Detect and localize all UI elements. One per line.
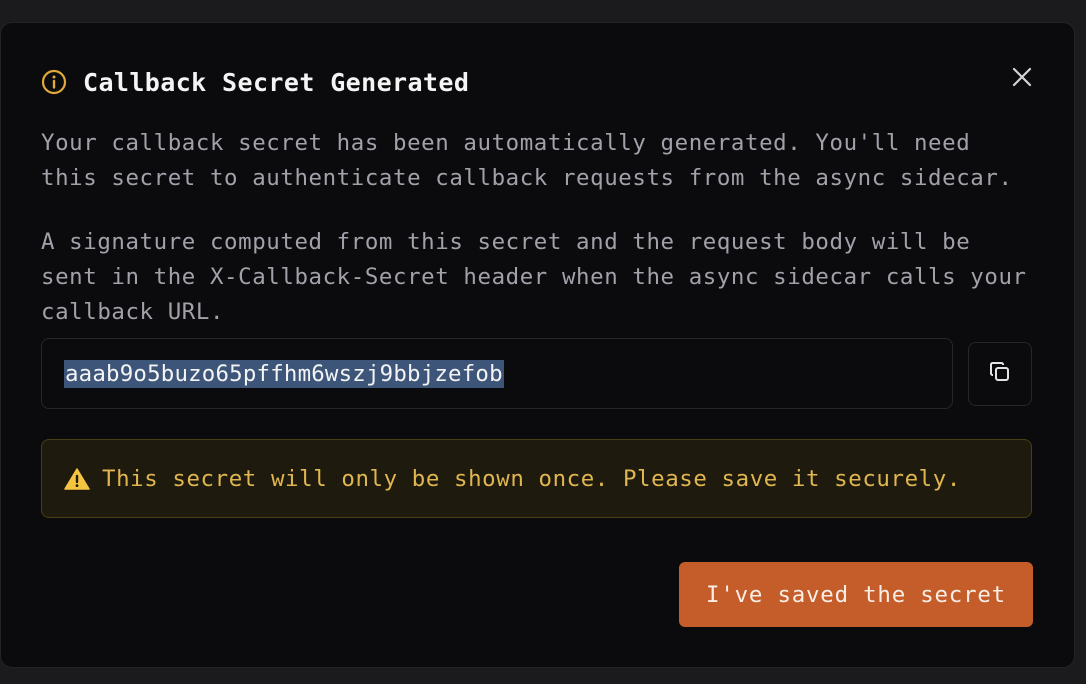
dialog-header: Callback Secret Generated <box>41 65 469 99</box>
signature-description: A signature computed from this secret an… <box>41 229 1027 325</box>
copy-button[interactable] <box>968 342 1032 406</box>
copy-icon <box>988 360 1012 388</box>
secret-value[interactable]: aaab9o5buzo65pffhm6wszj9bbjzefob <box>64 359 504 388</box>
dialog-description: Your callback secret has been automatica… <box>41 130 1013 191</box>
warning-banner: This secret will only be shown once. Ple… <box>41 439 1032 518</box>
info-icon <box>41 69 67 95</box>
confirm-saved-button[interactable]: I've saved the secret <box>679 562 1033 627</box>
warning-text: This secret will only be shown once. Ple… <box>102 465 961 492</box>
warning-icon <box>64 467 90 491</box>
dialog-title: Callback Secret Generated <box>83 67 470 97</box>
close-icon <box>1011 66 1033 92</box>
callback-secret-dialog: Callback Secret Generated Your callback … <box>0 22 1075 668</box>
close-button[interactable] <box>1007 64 1037 94</box>
secret-field[interactable]: aaab9o5buzo65pffhm6wszj9bbjzefob <box>41 338 953 409</box>
